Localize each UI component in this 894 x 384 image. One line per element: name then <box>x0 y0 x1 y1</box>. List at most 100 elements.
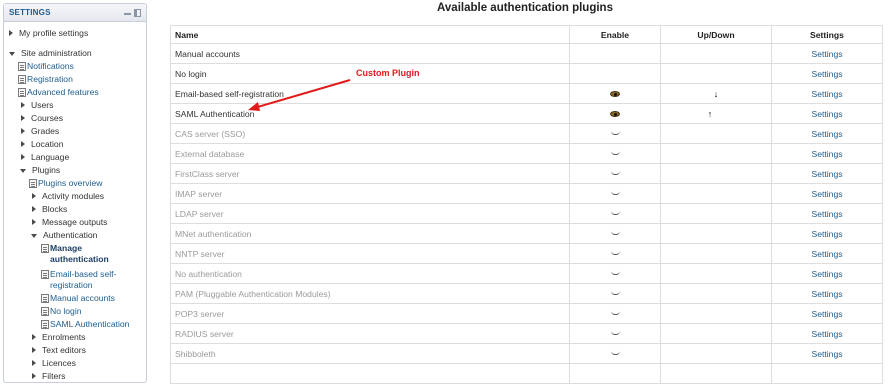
page-icon <box>41 294 49 303</box>
settings-link[interactable]: Settings <box>811 69 842 79</box>
nav-notifications[interactable]: Notifications <box>18 61 74 72</box>
dock-icon[interactable] <box>134 8 141 17</box>
nav-users[interactable]: Users <box>21 100 53 111</box>
eye-icon[interactable] <box>610 111 620 118</box>
updown-cell: ↓ <box>660 83 772 104</box>
eye-icon[interactable] <box>610 91 620 98</box>
eye-closed-icon[interactable] <box>610 131 620 136</box>
expand-icon <box>21 115 25 121</box>
expand-icon <box>32 219 36 225</box>
enable-cell <box>569 343 661 364</box>
nav-language[interactable]: Language <box>21 152 69 163</box>
nav-filters[interactable]: Filters <box>32 371 65 382</box>
arrow-down-icon[interactable]: ↓ <box>714 89 719 99</box>
table-row <box>170 363 883 384</box>
expand-icon <box>21 128 25 134</box>
nav-registration[interactable]: Registration <box>18 74 73 85</box>
nav-location[interactable]: Location <box>21 139 64 150</box>
settings-cell: Settings <box>771 183 883 204</box>
updown-cell <box>660 143 772 164</box>
nav-email-self-registration[interactable]: Email-based self-registration <box>41 269 125 291</box>
eye-closed-icon[interactable] <box>610 291 620 296</box>
settings-link[interactable]: Settings <box>811 169 842 179</box>
nav-saml-authentication[interactable]: SAML Authentication <box>41 319 129 330</box>
settings-cell: Settings <box>771 343 883 364</box>
page-icon <box>18 62 26 71</box>
nav-text-editors[interactable]: Text editors <box>32 345 86 356</box>
expand-icon <box>32 193 36 199</box>
nav-plugins-overview[interactable]: Plugins overview <box>29 178 102 189</box>
enable-cell <box>569 83 661 104</box>
eye-closed-icon[interactable] <box>610 311 620 316</box>
enable-cell <box>569 163 661 184</box>
settings-link[interactable]: Settings <box>811 249 842 259</box>
enable-cell <box>569 303 661 324</box>
settings-cell: Settings <box>771 223 883 244</box>
table-row: FirstClass server Settings <box>170 163 883 184</box>
settings-link[interactable]: Settings <box>811 329 842 339</box>
nav-authentication[interactable]: Authentication <box>31 230 97 241</box>
eye-closed-icon[interactable] <box>610 211 620 216</box>
settings-link[interactable]: Settings <box>811 349 842 359</box>
updown-cell <box>660 303 772 324</box>
settings-cell: Settings <box>771 283 883 304</box>
plugin-name: CAS server (SSO) <box>170 123 570 144</box>
nav-licences[interactable]: Licences <box>32 358 76 369</box>
eye-closed-icon[interactable] <box>610 151 620 156</box>
updown-cell <box>660 343 772 364</box>
settings-cell: Settings <box>771 143 883 164</box>
expand-icon <box>32 347 36 353</box>
settings-link[interactable]: Settings <box>811 189 842 199</box>
settings-link[interactable]: Settings <box>811 289 842 299</box>
plugin-name: NNTP server <box>170 243 570 264</box>
settings-link[interactable]: Settings <box>811 129 842 139</box>
enable-cell <box>569 263 661 284</box>
updown-cell <box>660 183 772 204</box>
nav-site-administration[interactable]: Site administration <box>9 48 92 59</box>
nav-plugins[interactable]: Plugins <box>20 165 60 176</box>
plugin-name: MNet authentication <box>170 223 570 244</box>
plugin-name: External database <box>170 143 570 164</box>
eye-closed-icon[interactable] <box>610 351 620 356</box>
collapse-icon[interactable] <box>124 13 131 15</box>
collapse-tree-icon <box>9 51 15 56</box>
settings-link[interactable]: Settings <box>811 89 842 99</box>
eye-closed-icon[interactable] <box>610 331 620 336</box>
settings-cell: Settings <box>771 123 883 144</box>
nav-grades[interactable]: Grades <box>21 126 59 137</box>
eye-closed-icon[interactable] <box>610 271 620 276</box>
nav-courses[interactable]: Courses <box>21 113 63 124</box>
eye-closed-icon[interactable] <box>610 251 620 256</box>
nav-blocks[interactable]: Blocks <box>32 204 67 215</box>
settings-link[interactable]: Settings <box>811 109 842 119</box>
nav-my-profile-settings[interactable]: My profile settings <box>9 28 88 39</box>
settings-link[interactable]: Settings <box>811 209 842 219</box>
eye-closed-icon[interactable] <box>610 191 620 196</box>
block-controls <box>124 8 141 17</box>
nav-enrolments[interactable]: Enrolments <box>32 332 85 343</box>
plugin-name <box>170 363 570 384</box>
enable-cell <box>569 223 661 244</box>
nav-manual-accounts[interactable]: Manual accounts <box>41 293 115 304</box>
table-row: CAS server (SSO) Settings <box>170 123 883 144</box>
settings-link[interactable]: Settings <box>811 149 842 159</box>
settings-cell: Settings <box>771 63 883 84</box>
updown-cell <box>660 43 772 64</box>
nav-activity-modules[interactable]: Activity modules <box>32 191 104 202</box>
expand-icon <box>21 154 25 160</box>
expand-icon <box>32 334 36 340</box>
settings-link[interactable]: Settings <box>811 229 842 239</box>
settings-link[interactable]: Settings <box>811 269 842 279</box>
arrow-up-icon[interactable]: ↑ <box>708 109 713 119</box>
plugin-name: IMAP server <box>170 183 570 204</box>
nav-manage-authentication[interactable]: Manage authentication <box>41 243 120 265</box>
eye-closed-icon[interactable] <box>610 171 620 176</box>
settings-block: SETTINGS My profile settings Site admini… <box>3 3 147 383</box>
settings-link[interactable]: Settings <box>811 49 842 59</box>
eye-closed-icon[interactable] <box>610 231 620 236</box>
nav-no-login[interactable]: No login <box>41 306 82 317</box>
settings-link[interactable]: Settings <box>811 309 842 319</box>
nav-message-outputs[interactable]: Message outputs <box>32 217 107 228</box>
settings-cell <box>771 363 883 384</box>
nav-advanced-features[interactable]: Advanced features <box>18 87 99 98</box>
